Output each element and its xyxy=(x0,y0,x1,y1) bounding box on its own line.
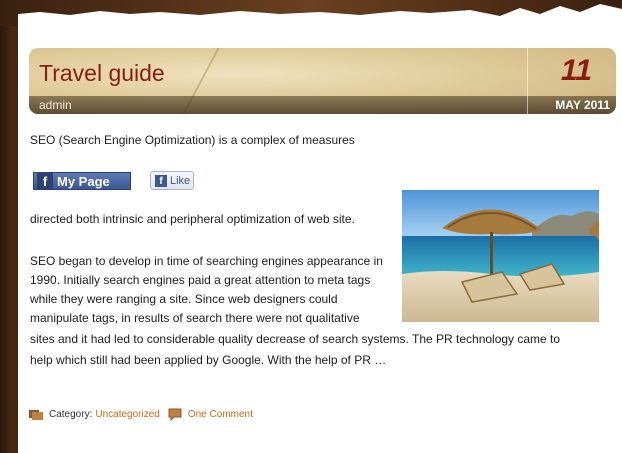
content-line-1: SEO (Search Engine Optimization) is a co… xyxy=(30,133,355,147)
content-para-2-line-6: help which still had been applied by Goo… xyxy=(30,353,387,367)
category-link[interactable]: Uncategorized xyxy=(95,409,159,420)
post-date-month: MAY 2011 xyxy=(555,98,610,112)
facebook-like-button[interactable]: f Like xyxy=(150,171,194,190)
torn-paper-edge xyxy=(0,0,622,26)
content-para-2-line-5: sites and it had led to considerable qua… xyxy=(30,332,561,346)
beach-umbrella-photo xyxy=(402,190,599,322)
like-label: Like xyxy=(170,174,191,187)
content-para-2-line-2: 1990. Initially search engines paid a gr… xyxy=(30,273,371,287)
facebook-small-icon: f xyxy=(155,174,167,187)
post-date-box: 11 MAY 2011 xyxy=(527,48,616,114)
content-para-2-line-4: manipulate tags, in results of search th… xyxy=(30,311,360,325)
content-line-2: directed both intrinsic and peripheral o… xyxy=(30,212,355,226)
post-author[interactable]: admin xyxy=(39,98,72,112)
facebook-icon: f xyxy=(37,173,53,189)
post-footer: Category: Uncategorized One Comment xyxy=(29,406,253,422)
post-title[interactable]: Travel guide xyxy=(39,60,165,87)
content-para-2-line-3: while they were ranging a site. Since we… xyxy=(30,292,338,306)
mypage-label: My Page xyxy=(57,173,110,189)
comment-bubble-icon xyxy=(168,408,182,421)
category-label: Category: xyxy=(49,408,93,420)
content-para-2-line-1: SEO began to develop in time of searchin… xyxy=(30,254,383,268)
comments-link[interactable]: One Comment xyxy=(188,409,253,420)
category-icon xyxy=(29,409,43,420)
facebook-mypage-button[interactable]: f My Page xyxy=(33,172,131,190)
post-date-day: 11 xyxy=(560,54,592,87)
post-header: Travel guide admin 11 MAY 2011 xyxy=(29,48,616,114)
